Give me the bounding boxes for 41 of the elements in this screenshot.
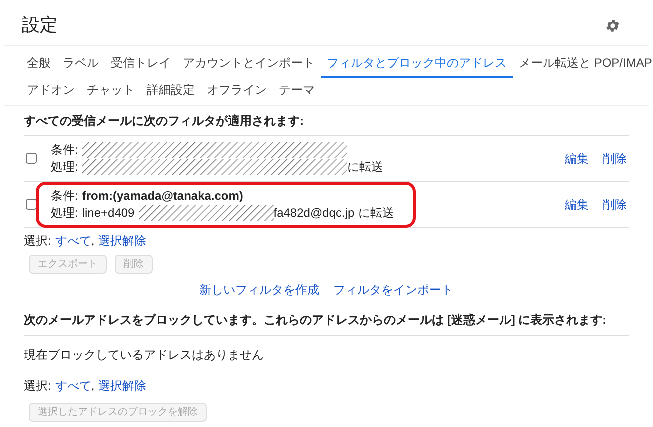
settings-tab[interactable]: オフライン <box>201 78 273 105</box>
section-heading: すべての受信メールに次のフィルタが適用されます: <box>24 113 305 130</box>
edit-link[interactable]: 編集 <box>565 196 589 214</box>
select-label: 選択: <box>24 378 52 395</box>
settings-tab[interactable]: メール転送と POP/IMAP <box>513 51 653 78</box>
page-title: 設定 <box>22 14 58 37</box>
settings-tab[interactable]: チャット <box>81 78 141 105</box>
comma: , <box>91 378 95 395</box>
filter-text: line+d409 <box>82 204 135 222</box>
filter-link[interactable]: フィルタをインポート <box>334 281 454 299</box>
filter-link[interactable]: 新しいフィルタを作成 <box>200 281 320 299</box>
select-label: 選択: <box>24 233 52 250</box>
filter-text: fa482d@dqc.jp <box>274 204 355 222</box>
delete-link[interactable]: 削除 <box>603 150 627 168</box>
filter-checkbox[interactable] <box>26 153 37 164</box>
settings-tab[interactable]: アカウントとインポート <box>177 51 321 78</box>
condition-label: 条件: <box>51 188 78 204</box>
settings-tab[interactable]: 全般 <box>21 51 57 78</box>
select-all-link[interactable]: すべて <box>55 377 92 395</box>
settings-icon[interactable] <box>605 18 621 34</box>
settings-tab[interactable]: テーマ <box>273 78 321 105</box>
filter-text: に転送 <box>347 158 384 176</box>
settings-tab[interactable]: 受信トレイ <box>105 51 177 78</box>
settings-tab[interactable]: ラベル <box>57 51 105 78</box>
condition-label: 条件: <box>51 142 78 158</box>
edit-link[interactable]: 編集 <box>565 150 589 168</box>
settings-tab[interactable]: アドオン <box>21 78 81 105</box>
delete-link[interactable]: 削除 <box>603 196 627 214</box>
deselect-link[interactable]: 選択解除 <box>98 377 147 395</box>
section-heading: 次のメールアドレスをブロックしています。これらのアドレスからのメールは [迷惑メール] に表示されます: <box>24 312 608 329</box>
select-all-link[interactable]: すべて <box>55 232 92 250</box>
filter-criteria: from:(yamada@tanaka.com) <box>82 188 244 204</box>
action-label: 処理: <box>51 158 78 176</box>
empty-message: 現在ブロックしているアドレスはありません <box>24 348 264 362</box>
action-label: 処理: <box>51 204 78 222</box>
comma: , <box>91 233 95 250</box>
deselect-link[interactable]: 選択解除 <box>98 232 147 250</box>
settings-tab[interactable]: フィルタとブロック中のアドレス <box>321 51 513 78</box>
filter-text: に転送 <box>358 204 395 222</box>
settings-tab[interactable]: 詳細設定 <box>141 78 201 105</box>
filter-checkbox[interactable] <box>26 199 37 210</box>
